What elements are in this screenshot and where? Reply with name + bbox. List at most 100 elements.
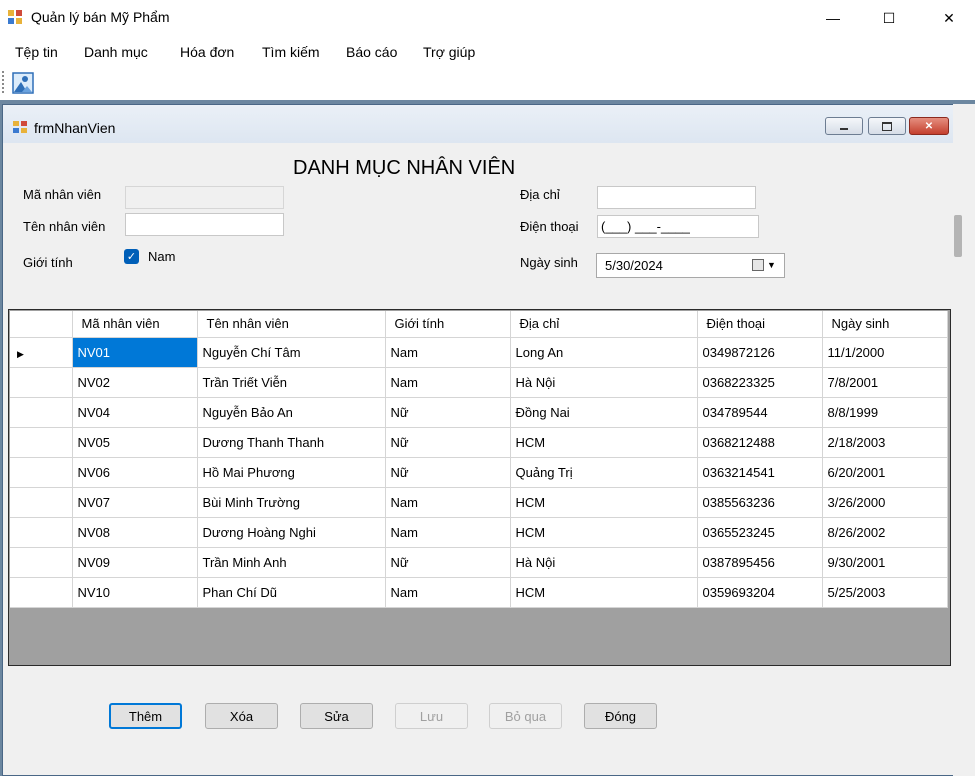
row-header[interactable]	[10, 457, 73, 488]
table-cell[interactable]: Nam	[385, 337, 511, 368]
table-cell[interactable]: 0365523245	[697, 517, 823, 548]
table-cell[interactable]: Quảng Trị	[510, 457, 698, 488]
image-icon[interactable]	[12, 72, 34, 94]
table-cell[interactable]: 0368223325	[697, 367, 823, 398]
table-cell[interactable]: Nam	[385, 517, 511, 548]
table-cell[interactable]: Trần Minh Anh	[197, 547, 386, 578]
ten-nhan-vien-input[interactable]	[125, 213, 284, 236]
xoa-button[interactable]: Xóa	[205, 703, 278, 729]
table-cell[interactable]: 0385563236	[697, 487, 823, 518]
child-restore-button[interactable]	[868, 117, 906, 135]
dong-button[interactable]: Đóng	[584, 703, 657, 729]
table-cell[interactable]: 0363214541	[697, 457, 823, 488]
table-cell[interactable]: Nguyễn Chí Tâm	[197, 337, 386, 368]
row-header[interactable]: ▶	[10, 337, 73, 368]
dia-chi-input[interactable]	[597, 186, 756, 209]
table-cell[interactable]: Đồng Nai	[510, 397, 698, 428]
table-cell[interactable]: 0349872126	[697, 337, 823, 368]
table-cell[interactable]: Long An	[510, 337, 698, 368]
table-cell[interactable]: Nam	[385, 367, 511, 398]
table-row[interactable]: ▶ NV01 Nguyễn Chí Tâm Nam Long An 0349872126 1…	[10, 337, 948, 368]
menu-tim-kiem[interactable]: Tìm kiếm	[262, 44, 320, 60]
nam-label[interactable]: Nam	[148, 249, 175, 264]
table-cell[interactable]: Phan Chí Dũ	[197, 577, 386, 608]
table-cell[interactable]: Nam	[385, 487, 511, 518]
minimize-button[interactable]: —	[810, 0, 856, 36]
menu-bao-cao[interactable]: Báo cáo	[346, 44, 397, 60]
toolbar-grip[interactable]	[2, 71, 6, 93]
table-cell[interactable]: HCM	[510, 487, 698, 518]
table-cell[interactable]: NV10	[72, 577, 198, 608]
table-cell[interactable]: Dương Thanh Thanh	[197, 427, 386, 458]
table-cell[interactable]: 3/26/2000	[822, 487, 948, 518]
table-cell[interactable]: 8/8/1999	[822, 397, 948, 428]
table-cell[interactable]: 7/8/2001	[822, 367, 948, 398]
column-header[interactable]: Địa chỉ	[510, 311, 698, 338]
table-row[interactable]: NV04 Nguyễn Bảo An Nữ Đồng Nai 034789544 8/8/…	[10, 397, 948, 428]
table-cell[interactable]: 0368212488	[697, 427, 823, 458]
calendar-icon[interactable]	[752, 259, 764, 271]
table-row[interactable]: NV09 Trần Minh Anh Nữ Hà Nội 0387895456 9/30/…	[10, 547, 948, 578]
row-header[interactable]	[10, 517, 73, 548]
table-cell[interactable]: 0387895456	[697, 547, 823, 578]
table-cell[interactable]: Nam	[385, 577, 511, 608]
table-cell[interactable]: HCM	[510, 517, 698, 548]
column-header[interactable]: Mã nhân viên	[72, 311, 198, 338]
table-cell[interactable]: 034789544	[697, 397, 823, 428]
table-cell[interactable]: NV05	[72, 427, 198, 458]
column-header[interactable]: Điện thoại	[697, 311, 823, 338]
sua-button[interactable]: Sửa	[300, 703, 373, 729]
table-cell[interactable]: 0359693204	[697, 577, 823, 608]
bo-qua-button[interactable]: Bỏ qua	[489, 703, 562, 729]
table-cell[interactable]: 11/1/2000	[822, 337, 948, 368]
child-close-button[interactable]: ✕	[909, 117, 949, 135]
menu-danh-muc[interactable]: Danh mục	[84, 44, 148, 60]
chevron-down-icon[interactable]: ▼	[767, 260, 776, 270]
row-header[interactable]	[10, 397, 73, 428]
table-cell[interactable]: 6/20/2001	[822, 457, 948, 488]
table-cell[interactable]: Bùi Minh Trường	[197, 487, 386, 518]
row-header[interactable]	[10, 577, 73, 608]
table-cell[interactable]: NV07	[72, 487, 198, 518]
table-cell[interactable]: Nữ	[385, 457, 511, 488]
table-cell[interactable]: NV01	[72, 337, 198, 368]
table-cell[interactable]: 8/26/2002	[822, 517, 948, 548]
menu-tro-giup[interactable]: Trợ giúp	[423, 44, 475, 60]
table-cell[interactable]: Nguyễn Bảo An	[197, 397, 386, 428]
table-cell[interactable]: 2/18/2003	[822, 427, 948, 458]
row-header[interactable]	[10, 367, 73, 398]
table-cell[interactable]: Nữ	[385, 397, 511, 428]
table-cell[interactable]: Hà Nội	[510, 367, 698, 398]
dien-thoai-input[interactable]: (___) ___-____	[597, 215, 759, 238]
maximize-button[interactable]: ☐	[866, 0, 912, 36]
row-header[interactable]	[10, 547, 73, 578]
table-cell[interactable]: NV04	[72, 397, 198, 428]
table-cell[interactable]: Trần Triết Viễn	[197, 367, 386, 398]
table-cell[interactable]: NV02	[72, 367, 198, 398]
table-cell[interactable]: 5/25/2003	[822, 577, 948, 608]
column-header[interactable]: Tên nhân viên	[197, 311, 386, 338]
column-header[interactable]: Giới tính	[385, 311, 511, 338]
table-cell[interactable]: Hồ Mai Phương	[197, 457, 386, 488]
vertical-scrollbar-thumb[interactable]	[954, 215, 962, 257]
column-header[interactable]: Ngày sinh	[822, 311, 948, 338]
luu-button[interactable]: Lưu	[395, 703, 468, 729]
child-minimize-button[interactable]	[825, 117, 863, 135]
table-cell[interactable]: HCM	[510, 577, 698, 608]
table-row[interactable]: NV06 Hồ Mai Phương Nữ Quảng Trị 0363214541 6/…	[10, 457, 948, 488]
table-row[interactable]: NV05 Dương Thanh Thanh Nữ HCM 0368212488 2/18…	[10, 427, 948, 458]
table-row[interactable]: NV10 Phan Chí Dũ Nam HCM 0359693204 5/25/2003	[10, 577, 948, 608]
table-cell[interactable]: NV09	[72, 547, 198, 578]
menu-tep-tin[interactable]: Tệp tin	[15, 44, 58, 60]
table-cell[interactable]: Dương Hoàng Nghi	[197, 517, 386, 548]
table-cell[interactable]: 9/30/2001	[822, 547, 948, 578]
close-button[interactable]: ✕	[926, 0, 972, 36]
table-row[interactable]: NV02 Trần Triết Viễn Nam Hà Nội 0368223325 7/…	[10, 367, 948, 398]
menu-hoa-don[interactable]: Hóa đơn	[180, 44, 234, 60]
table-row[interactable]: NV07 Bùi Minh Trường Nam HCM 0385563236 3/26/…	[10, 487, 948, 518]
nam-checkbox[interactable]: ✓	[124, 249, 139, 264]
table-cell[interactable]: Hà Nội	[510, 547, 698, 578]
table-cell[interactable]: Nữ	[385, 547, 511, 578]
table-cell[interactable]: Nữ	[385, 427, 511, 458]
grid-corner-header[interactable]	[10, 311, 73, 338]
